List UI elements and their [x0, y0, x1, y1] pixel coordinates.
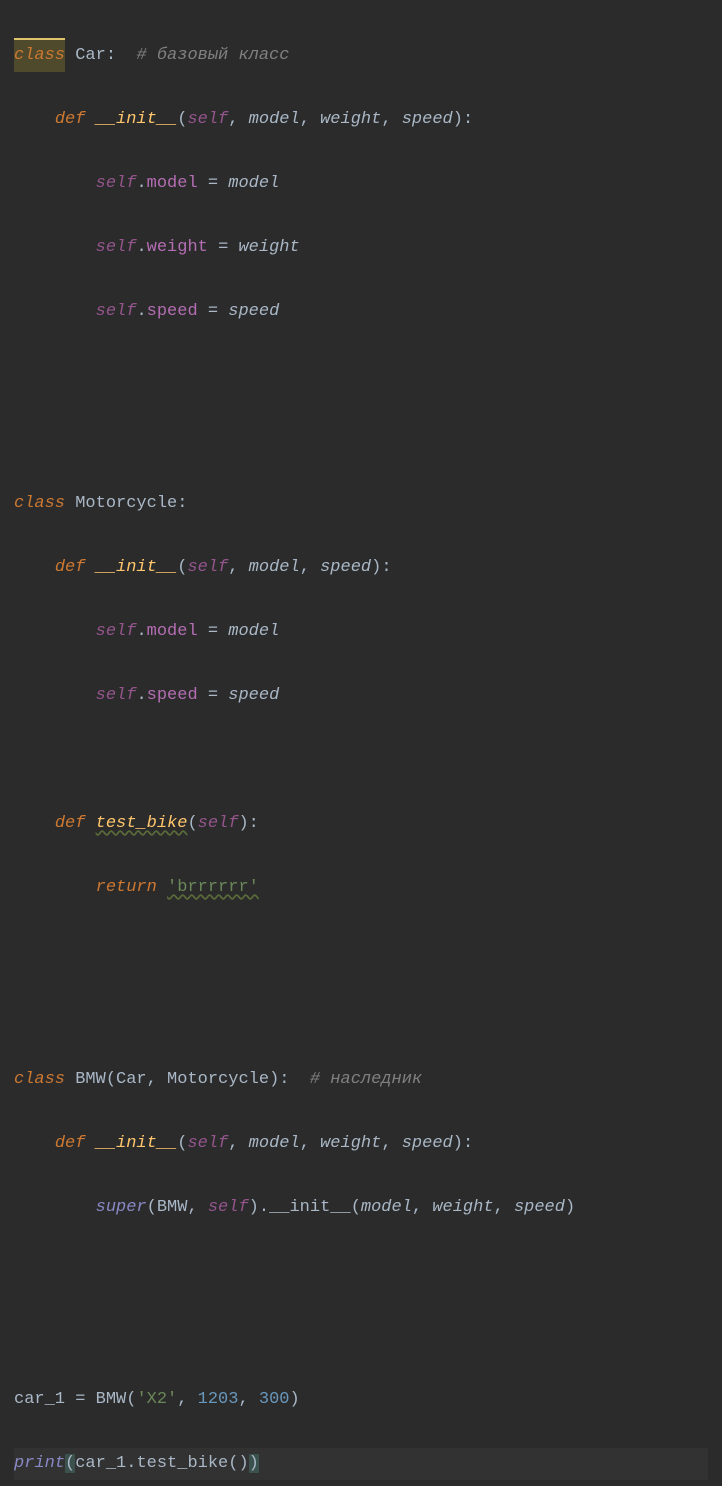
code-line: self.speed = speed — [14, 680, 708, 712]
code-line: class BMW(Car, Motorcycle): # наследник — [14, 1064, 708, 1096]
code-line — [14, 1256, 708, 1288]
code-line-current: print(car_1.test_bike()) — [14, 1448, 708, 1480]
code-line: self.weight = weight — [14, 232, 708, 264]
code-line: super(BMW, self).__init__(model, weight,… — [14, 1192, 708, 1224]
code-line — [14, 1000, 708, 1032]
code-line — [14, 360, 708, 392]
code-line — [14, 424, 708, 456]
code-line: self.model = model — [14, 168, 708, 200]
code-line: def test_bike(self): — [14, 808, 708, 840]
code-line: self.speed = speed — [14, 296, 708, 328]
code-line: def __init__(self, model, weight, speed)… — [14, 1128, 708, 1160]
code-line — [14, 744, 708, 776]
code-line: class Motorcycle: — [14, 488, 708, 520]
code-line — [14, 1320, 708, 1352]
code-line: car_1 = BMW('X2', 1203, 300) — [14, 1384, 708, 1416]
code-editor[interactable]: class Car: # базовый класс def __init__(… — [0, 0, 722, 1486]
code-line: class Car: # базовый класс — [14, 38, 708, 72]
code-line: def __init__(self, model, speed): — [14, 552, 708, 584]
code-line: def __init__(self, model, weight, speed)… — [14, 104, 708, 136]
highlighted-token: class — [14, 38, 65, 72]
code-line: return 'brrrrrr' — [14, 872, 708, 904]
code-line: self.model = model — [14, 616, 708, 648]
code-line — [14, 936, 708, 968]
